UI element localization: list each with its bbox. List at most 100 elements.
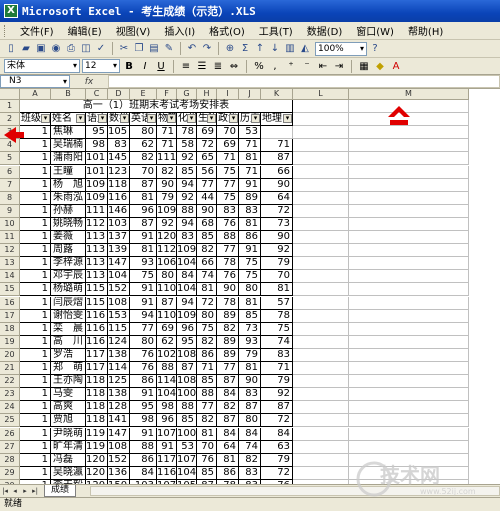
row-header[interactable]: 27 — [0, 440, 20, 454]
score-cell[interactable]: 90 — [239, 375, 261, 389]
score-cell[interactable]: 87 — [217, 414, 239, 428]
score-cell[interactable]: 84 — [130, 466, 157, 480]
grid-cell[interactable] — [349, 375, 469, 389]
column-header-m[interactable]: M — [349, 89, 469, 100]
spelling-icon[interactable]: ✓ — [94, 42, 108, 56]
score-cell[interactable]: 75 — [239, 270, 261, 284]
grid-cell[interactable] — [349, 257, 469, 271]
score-cell[interactable]: 79 — [261, 453, 293, 467]
save-icon[interactable]: ▣ — [34, 42, 48, 56]
grid-cell[interactable] — [293, 296, 349, 310]
grid-cell[interactable] — [293, 348, 349, 362]
score-cell[interactable]: 152 — [108, 283, 130, 297]
score-cell[interactable]: 100 — [177, 388, 197, 402]
student-name-cell[interactable]: 马雯 — [51, 388, 86, 402]
score-cell[interactable]: 1 — [20, 388, 51, 402]
column-header-i[interactable]: I — [217, 89, 239, 100]
grid-cell[interactable] — [293, 257, 349, 271]
grid-cell[interactable] — [349, 178, 469, 192]
score-cell[interactable]: 1 — [20, 165, 51, 179]
score-cell[interactable]: 94 — [177, 217, 197, 231]
score-cell[interactable]: 87 — [130, 217, 157, 231]
grid-cell[interactable] — [349, 322, 469, 336]
grid-cell[interactable] — [349, 296, 469, 310]
score-cell[interactable]: 83 — [239, 388, 261, 402]
row-header[interactable]: 23 — [0, 388, 20, 402]
score-cell[interactable]: 116 — [86, 309, 108, 323]
score-cell[interactable]: 104 — [177, 466, 197, 480]
grid-cell[interactable] — [349, 283, 469, 297]
print-icon[interactable]: ⎙ — [64, 42, 78, 56]
score-cell[interactable]: 75 — [197, 322, 217, 336]
score-cell[interactable]: 1 — [20, 322, 51, 336]
grid-cell[interactable] — [293, 375, 349, 389]
score-cell[interactable]: 137 — [108, 231, 130, 245]
score-cell[interactable]: 81 — [130, 244, 157, 258]
grid-cell[interactable] — [349, 231, 469, 245]
score-cell[interactable]: 1 — [20, 335, 51, 349]
score-cell[interactable]: 85 — [197, 466, 217, 480]
score-cell[interactable]: 89 — [217, 309, 239, 323]
score-cell[interactable]: 58 — [177, 139, 197, 153]
score-cell[interactable]: 73 — [239, 322, 261, 336]
score-cell[interactable]: 1 — [20, 401, 51, 415]
menu-window[interactable]: 窗口(W) — [349, 23, 401, 38]
score-cell[interactable]: 113 — [86, 231, 108, 245]
row-header[interactable]: 26 — [0, 427, 20, 441]
score-cell[interactable]: 62 — [157, 335, 177, 349]
score-cell[interactable]: 81 — [197, 427, 217, 441]
grid-cell[interactable] — [293, 322, 349, 336]
score-cell[interactable]: 70 — [261, 270, 293, 284]
menu-data[interactable]: 数据(D) — [300, 23, 350, 38]
student-name-cell[interactable]: 栾 晨 — [51, 322, 86, 336]
column-title-cell[interactable]: 数学 ▾ — [108, 113, 130, 127]
grid-cell[interactable] — [293, 362, 349, 376]
score-cell[interactable]: 79 — [261, 375, 293, 389]
column-header-e[interactable]: E — [130, 89, 157, 100]
score-cell[interactable]: 77 — [197, 178, 217, 192]
autofilter-dropdown-icon[interactable]: ▾ — [207, 114, 216, 124]
autofilter-dropdown-icon[interactable]: ▾ — [229, 114, 238, 124]
score-cell[interactable]: 80 — [130, 126, 157, 140]
score-cell[interactable]: 113 — [86, 244, 108, 258]
fill-color-icon[interactable]: ◆ — [373, 59, 387, 73]
score-cell[interactable]: 81 — [130, 191, 157, 205]
score-cell[interactable]: 86 — [130, 375, 157, 389]
score-cell[interactable]: 72 — [197, 296, 217, 310]
paste-icon[interactable]: ▤ — [147, 42, 161, 56]
autofilter-dropdown-icon[interactable]: ▾ — [187, 114, 196, 124]
grid-cell[interactable] — [261, 126, 293, 140]
score-cell[interactable]: 76 — [197, 453, 217, 467]
score-cell[interactable]: 89 — [217, 335, 239, 349]
row-header[interactable]: 16 — [0, 296, 20, 310]
score-cell[interactable]: 90 — [217, 283, 239, 297]
score-cell[interactable]: 87 — [157, 296, 177, 310]
score-cell[interactable]: 1 — [20, 178, 51, 192]
autofilter-dropdown-icon[interactable]: ▾ — [120, 114, 129, 124]
student-name-cell[interactable]: 蒲雨阳 — [51, 152, 86, 166]
hyperlink-icon[interactable]: ⊕ — [223, 42, 237, 56]
menu-view[interactable]: 视图(V) — [109, 23, 158, 38]
score-cell[interactable]: 70 — [197, 440, 217, 454]
score-cell[interactable]: 75 — [239, 257, 261, 271]
grid-cell[interactable] — [349, 309, 469, 323]
score-cell[interactable]: 1 — [20, 375, 51, 389]
undo-icon[interactable]: ↶ — [185, 42, 199, 56]
score-cell[interactable]: 71 — [239, 139, 261, 153]
column-header-a[interactable]: A — [20, 89, 51, 100]
grid-cell[interactable] — [293, 100, 349, 114]
score-cell[interactable]: 72 — [197, 139, 217, 153]
function-icon[interactable]: fx — [70, 77, 108, 87]
score-cell[interactable]: 78 — [177, 126, 197, 140]
score-cell[interactable]: 153 — [108, 309, 130, 323]
score-cell[interactable]: 1 — [20, 309, 51, 323]
score-cell[interactable]: 1 — [20, 244, 51, 258]
drawing-icon[interactable]: ◭ — [298, 42, 312, 56]
format-painter-icon[interactable]: ✎ — [162, 42, 176, 56]
score-cell[interactable]: 87 — [261, 152, 293, 166]
score-cell[interactable]: 1 — [20, 453, 51, 467]
score-cell[interactable]: 80 — [239, 414, 261, 428]
score-cell[interactable]: 62 — [130, 139, 157, 153]
score-cell[interactable]: 114 — [157, 375, 177, 389]
student-name-cell[interactable]: 罗浩 — [51, 348, 86, 362]
